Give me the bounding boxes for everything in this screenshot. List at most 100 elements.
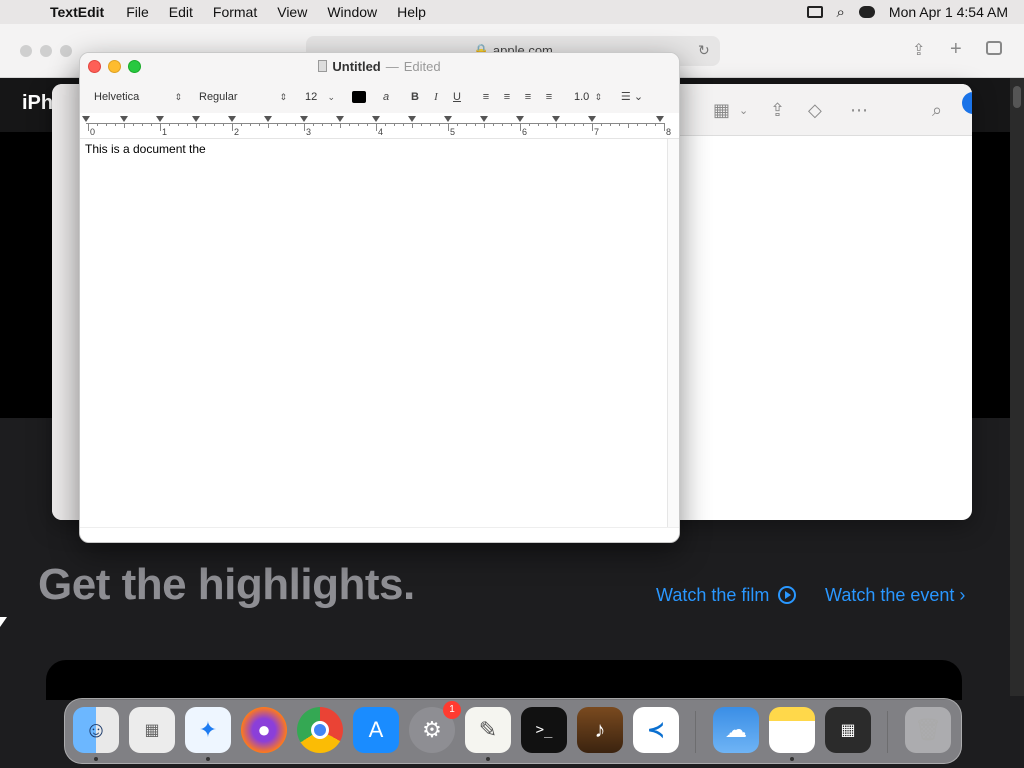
font-style-select[interactable]: Regular ⇕ <box>195 88 289 106</box>
ruler-minor-tick <box>484 123 485 128</box>
safari-maximize-button[interactable] <box>60 45 72 57</box>
menu-file[interactable]: File <box>116 4 159 20</box>
chrome-icon[interactable] <box>297 707 343 753</box>
safari-minimize-button[interactable] <box>40 45 52 57</box>
running-indicator <box>206 757 210 761</box>
terminal-icon[interactable]: >_ <box>521 707 567 753</box>
app-store-icon[interactable]: A <box>353 707 399 753</box>
apple-nav-text[interactable]: iPh <box>22 92 53 115</box>
ruler-minor-tick <box>538 123 539 126</box>
tab-overview-icon[interactable] <box>986 41 1002 55</box>
tab-stop-marker[interactable] <box>552 116 560 122</box>
launchpad-icon[interactable]: ▦ <box>129 707 175 753</box>
ruler-minor-tick <box>574 123 575 126</box>
tab-stop-marker[interactable] <box>156 116 164 122</box>
tab-stop-marker[interactable] <box>516 116 524 122</box>
share-icon[interactable]: ⇪ <box>770 100 785 121</box>
left-indent-marker[interactable] <box>82 116 90 122</box>
updown-arrows-icon: ⇕ <box>594 92 602 102</box>
safari-close-button[interactable] <box>20 45 32 57</box>
ruler-number: 0 <box>90 127 96 137</box>
tab-stop-marker[interactable] <box>300 116 308 122</box>
align-left-icon[interactable]: ≡ <box>478 88 494 106</box>
weather-icon[interactable]: ☁ <box>713 707 759 753</box>
highlight-color-icon[interactable]: a <box>378 88 394 106</box>
title-separator: — <box>385 59 399 74</box>
app-menu[interactable]: TextEdit <box>38 4 116 20</box>
finder-icon[interactable]: ☺ <box>73 707 119 753</box>
watch-film-link[interactable]: Watch the film <box>656 585 797 606</box>
ruler-minor-tick <box>106 123 107 126</box>
search-icon[interactable]: ⌕ <box>932 100 942 121</box>
garageband-icon[interactable]: ♪ <box>577 707 623 753</box>
tab-stop-marker[interactable] <box>444 116 452 122</box>
notes-icon[interactable] <box>769 707 815 753</box>
tab-stop-marker[interactable] <box>372 116 380 122</box>
line-spacing-value: 1.0 <box>574 91 590 103</box>
safari-scrollbar[interactable] <box>1010 78 1024 696</box>
line-spacing-select[interactable]: 1.0 ⇕ <box>570 88 604 106</box>
share-icon[interactable]: ⇪ <box>912 40 925 60</box>
edited-status: Edited <box>403 59 441 74</box>
tab-stop-marker[interactable] <box>480 116 488 122</box>
document-text-area[interactable]: This is a document the <box>80 139 668 527</box>
font-size-value: 12 <box>305 91 318 103</box>
bold-button[interactable]: B <box>407 88 423 106</box>
tab-stop-marker[interactable] <box>264 116 272 122</box>
tab-stop-marker[interactable] <box>408 116 416 122</box>
italic-button[interactable]: I <box>428 88 444 106</box>
chevron-down-icon[interactable]: ⌄ <box>739 104 748 117</box>
ruler-minor-tick <box>628 123 629 128</box>
menu-window[interactable]: Window <box>317 4 387 20</box>
firefox-icon[interactable]: ● <box>241 707 287 753</box>
system-settings-icon[interactable]: ⚙ 1 <box>409 701 461 753</box>
ruler-minor-tick <box>475 123 476 126</box>
textedit-icon[interactable]: ✎ <box>465 707 511 753</box>
tab-stop-marker[interactable] <box>588 116 596 122</box>
ruler-minor-tick <box>457 123 458 126</box>
reload-icon[interactable]: ↻ <box>698 42 710 59</box>
safari-scroll-thumb[interactable] <box>1013 86 1021 108</box>
more-options-icon[interactable]: ⋯ <box>850 100 868 121</box>
new-tab-icon[interactable]: + <box>950 38 962 61</box>
view-grid-icon[interactable]: ▦ <box>713 100 730 121</box>
right-indent-marker[interactable] <box>656 116 664 122</box>
tab-stop-marker[interactable] <box>228 116 236 122</box>
ruler-minor-tick <box>556 123 557 128</box>
ruler-minor-tick <box>619 123 620 126</box>
spotlight-search-icon[interactable]: ⌕ <box>837 4 845 21</box>
menu-format[interactable]: Format <box>203 4 267 20</box>
tab-stop-marker[interactable] <box>192 116 200 122</box>
screen-mirroring-icon[interactable] <box>806 6 823 18</box>
document-icon <box>318 60 328 72</box>
tab-stop-marker[interactable] <box>336 116 344 122</box>
watch-event-link[interactable]: Watch the event › <box>825 585 965 606</box>
format-bar: Helvetica ⇕ Regular ⇕ 12 ⌄ a B I U ≡ ≡ ≡… <box>80 81 679 113</box>
trash-icon[interactable]: 🗑 <box>905 707 951 753</box>
align-center-icon[interactable]: ≡ <box>499 88 515 106</box>
menu-help[interactable]: Help <box>387 4 436 20</box>
tab-stop-marker[interactable] <box>120 116 128 122</box>
ruler[interactable]: 0 1 2 3 4 5 6 7 8 <box>80 113 679 139</box>
menu-view[interactable]: View <box>267 4 317 20</box>
ruler-major-tick <box>448 123 449 131</box>
list-bullets-icon[interactable]: ☰ ⌄ <box>618 88 646 106</box>
font-family-select[interactable]: Helvetica ⇕ <box>90 88 184 106</box>
calculator-icon[interactable]: ▦ <box>825 707 871 753</box>
tag-icon[interactable]: ◇ <box>808 100 822 121</box>
font-size-select[interactable]: 12 ⌄ <box>301 88 337 106</box>
clock[interactable]: Mon Apr 1 4:54 AM <box>889 4 1008 20</box>
align-justify-icon[interactable]: ≡ <box>541 88 557 106</box>
ruler-minor-tick <box>583 123 584 126</box>
menu-edit[interactable]: Edit <box>159 4 203 20</box>
document-scrollbar[interactable] <box>667 139 679 527</box>
safari-icon[interactable]: ✦ <box>185 707 231 753</box>
control-center-icon[interactable] <box>858 6 875 18</box>
ruler-number: 6 <box>522 127 528 137</box>
vscode-icon[interactable]: ≺ <box>633 707 679 753</box>
align-right-icon[interactable]: ≡ <box>520 88 536 106</box>
ruler-minor-tick <box>430 123 431 126</box>
ruler-minor-tick <box>205 123 206 126</box>
underline-button[interactable]: U <box>449 88 465 106</box>
text-color-swatch[interactable] <box>352 91 366 103</box>
